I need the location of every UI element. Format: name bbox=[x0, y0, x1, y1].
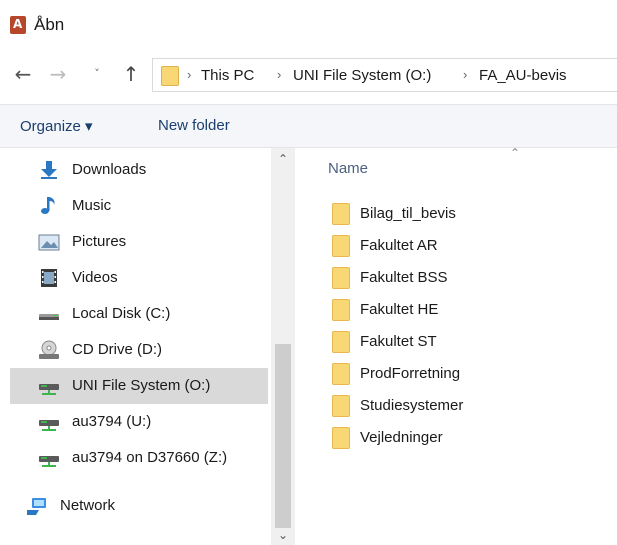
new-folder-button[interactable]: New folder bbox=[158, 117, 230, 134]
list-item[interactable]: Fakultet BSS bbox=[326, 262, 576, 292]
sidebar-item-videos[interactable]: Videos bbox=[10, 260, 268, 296]
breadcrumb-fa-au-bevis[interactable]: FA_AU-bevis bbox=[479, 67, 567, 84]
network-drive-icon bbox=[39, 420, 59, 431]
sidebar-item-downloads[interactable]: Downloads bbox=[10, 152, 268, 188]
music-icon bbox=[41, 197, 55, 214]
sidebar-item-local-disk[interactable]: Local Disk (C:) bbox=[10, 296, 268, 332]
file-name: Fakultet ST bbox=[360, 333, 437, 350]
breadcrumb-separator[interactable]: › bbox=[277, 67, 281, 82]
folder-icon bbox=[332, 299, 350, 321]
network-drive-icon bbox=[39, 456, 59, 467]
sidebar-item-label: Local Disk (C:) bbox=[72, 305, 171, 322]
up-arrow-icon[interactable]: ↑ bbox=[120, 62, 142, 86]
breadcrumb-separator[interactable]: › bbox=[187, 67, 191, 82]
file-name: Fakultet HE bbox=[360, 301, 439, 318]
sidebar-item-au3794-z[interactable]: au3794 on D37660 (Z:) bbox=[10, 440, 268, 476]
breadcrumb-this-pc[interactable]: This PC bbox=[201, 67, 254, 84]
chevron-down-icon[interactable]: ⌄ bbox=[271, 528, 295, 544]
scrollbar-thumb[interactable] bbox=[275, 344, 291, 528]
folder-icon bbox=[332, 203, 350, 225]
downloads-icon bbox=[41, 161, 57, 179]
sidebar-scrollbar[interactable]: ⌃ ⌄ bbox=[271, 148, 295, 545]
file-name: Studiesystemer bbox=[360, 397, 464, 414]
file-name: Fakultet AR bbox=[360, 237, 438, 254]
sidebar-item-label: CD Drive (D:) bbox=[72, 341, 162, 358]
access-icon bbox=[10, 16, 26, 34]
list-item[interactable]: Fakultet HE bbox=[326, 294, 576, 324]
file-name: ProdForretning bbox=[360, 365, 461, 382]
breadcrumb-separator[interactable]: › bbox=[463, 67, 467, 82]
videos-icon bbox=[41, 269, 57, 287]
sidebar-item-cd-drive[interactable]: CD Drive (D:) bbox=[10, 332, 268, 368]
folder-icon bbox=[332, 267, 350, 289]
sidebar-item-label: au3794 (U:) bbox=[72, 413, 152, 430]
navigation-bar: ← → ˅ ↑ › This PC › UNI File System (O:)… bbox=[0, 52, 617, 98]
file-list: ⌃ Name Bilag_til_bevis Fakultet AR Fakul… bbox=[300, 146, 617, 545]
window-title: Åbn bbox=[34, 15, 65, 34]
pictures-icon bbox=[38, 234, 60, 251]
sidebar-item-label: UNI File System (O:) bbox=[72, 377, 211, 394]
sidebar-item-label: Network bbox=[60, 497, 116, 514]
folder-icon bbox=[332, 235, 350, 257]
network-drive-icon bbox=[39, 384, 59, 395]
sidebar-item-label: Videos bbox=[72, 269, 118, 286]
title-bar: Åbn bbox=[0, 0, 617, 50]
navigation-pane: Downloads Music Pictures Videos Local Di… bbox=[0, 148, 300, 545]
organize-button[interactable]: Organize ▾ bbox=[20, 117, 93, 135]
cd-drive-icon bbox=[39, 340, 59, 359]
folder-icon bbox=[332, 395, 350, 417]
sidebar-item-au3794-u[interactable]: au3794 (U:) bbox=[10, 404, 268, 440]
folder-icon bbox=[332, 427, 350, 449]
sidebar-item-label: Downloads bbox=[72, 161, 147, 178]
folder-icon bbox=[332, 331, 350, 353]
local-disk-icon bbox=[39, 314, 59, 320]
sidebar-item-music[interactable]: Music bbox=[10, 188, 268, 224]
sort-ascending-icon: ⌃ bbox=[510, 146, 521, 160]
file-name: Bilag_til_bevis bbox=[360, 205, 456, 222]
list-item[interactable]: Bilag_til_bevis bbox=[326, 198, 576, 228]
sidebar-item-pictures[interactable]: Pictures bbox=[10, 224, 268, 260]
back-arrow-icon[interactable]: ← bbox=[12, 62, 34, 86]
chevron-down-icon[interactable]: ˅ bbox=[86, 62, 108, 86]
sidebar-item-label: Pictures bbox=[72, 233, 127, 250]
command-bar: Organize ▾ New folder bbox=[0, 104, 617, 148]
file-name: Fakultet BSS bbox=[360, 269, 448, 286]
network-icon bbox=[27, 498, 46, 515]
list-item[interactable]: Fakultet AR bbox=[326, 230, 576, 260]
list-item[interactable]: ProdForretning bbox=[326, 358, 576, 388]
sidebar-item-label: au3794 on D37660 (Z:) bbox=[72, 449, 228, 466]
breadcrumb-uni-file-system[interactable]: UNI File System (O:) bbox=[293, 67, 431, 84]
sidebar-item-label: Music bbox=[72, 197, 112, 214]
list-item[interactable]: Fakultet ST bbox=[326, 326, 576, 356]
sidebar-item-uni-file-system[interactable]: UNI File System (O:) bbox=[10, 368, 268, 404]
forward-arrow-icon[interactable]: → bbox=[47, 62, 69, 86]
list-item[interactable]: Studiesystemer bbox=[326, 390, 576, 420]
list-item[interactable]: Vejledninger bbox=[326, 422, 576, 452]
chevron-up-icon[interactable]: ⌃ bbox=[271, 152, 295, 168]
column-header-name[interactable]: Name bbox=[328, 160, 368, 177]
sidebar-item-network[interactable]: Network bbox=[0, 488, 268, 524]
address-bar[interactable]: › This PC › UNI File System (O:) › FA_AU… bbox=[152, 58, 617, 92]
file-name: Vejledninger bbox=[360, 429, 443, 446]
folder-icon bbox=[332, 363, 350, 385]
folder-icon bbox=[161, 66, 179, 86]
